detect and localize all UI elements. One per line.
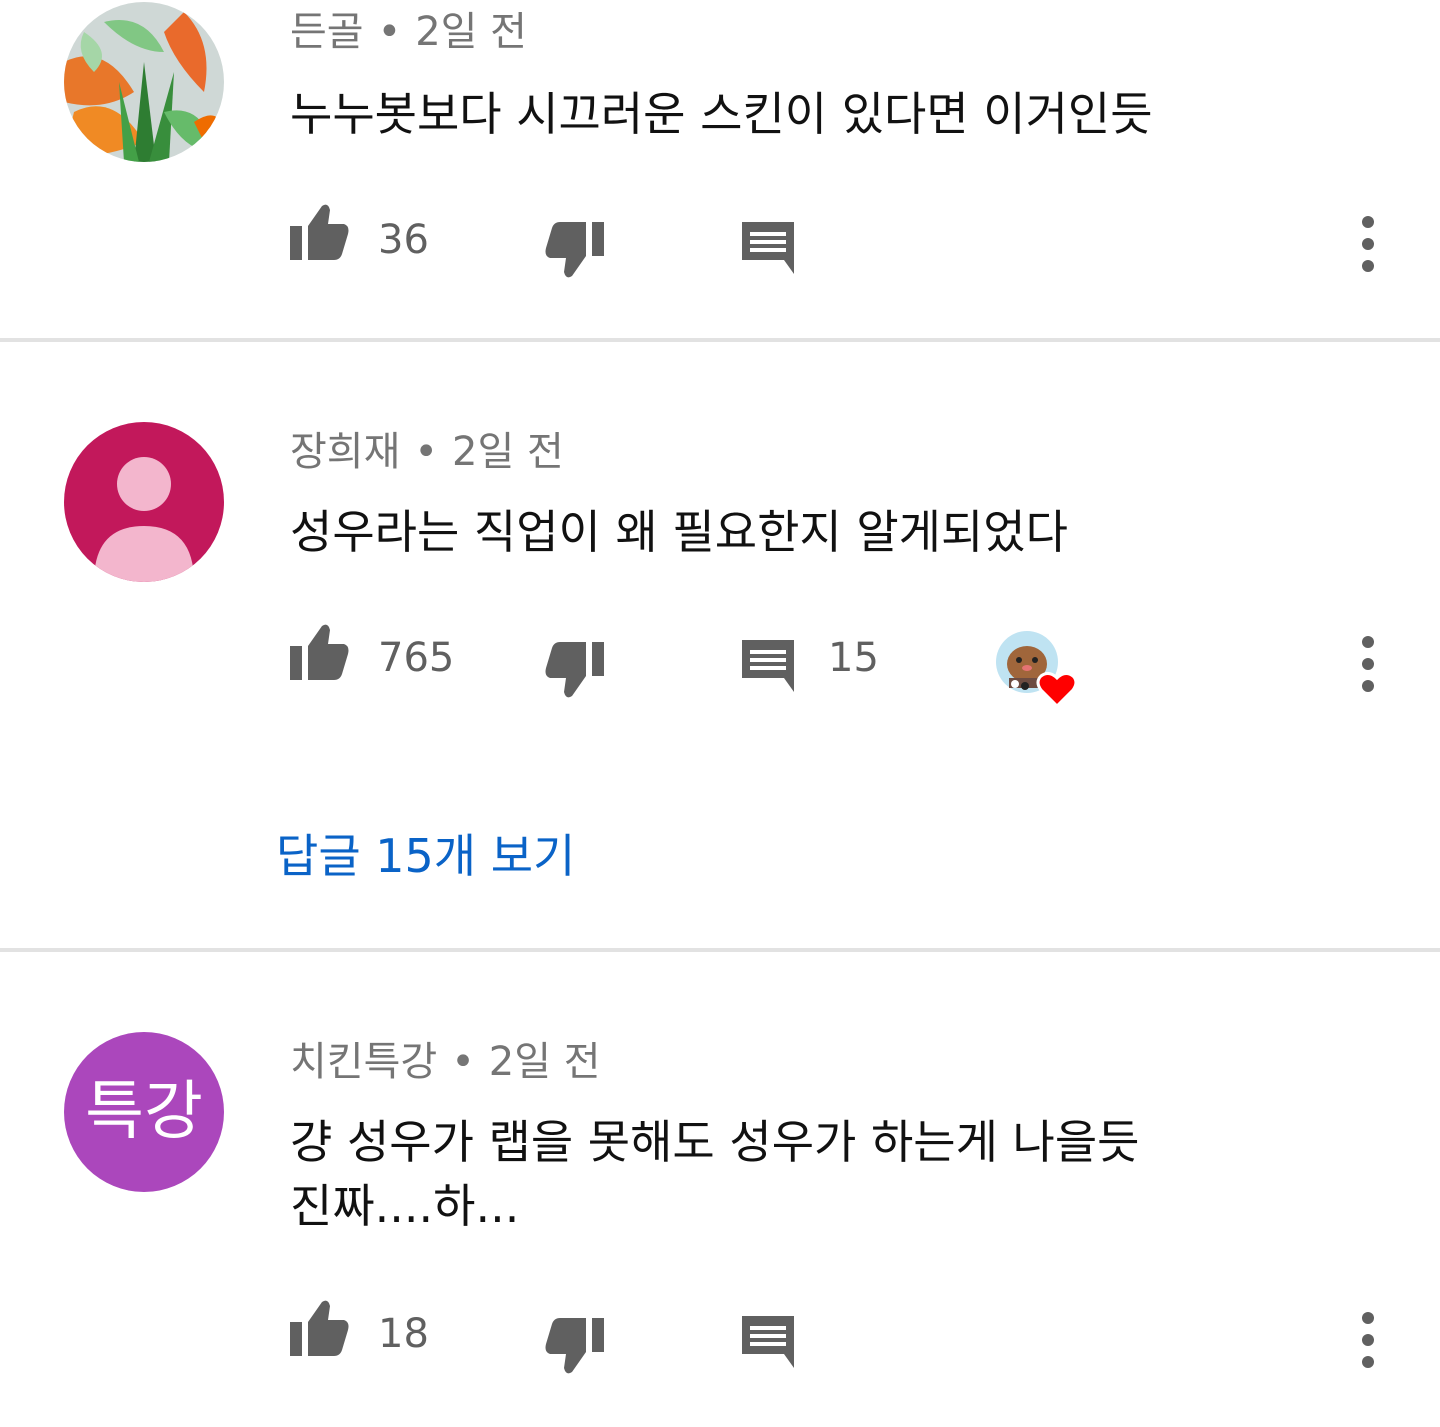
reply-count: 15 — [828, 635, 879, 681]
separator-dot: • — [451, 1039, 475, 1085]
comment-actions: 765 15 — [0, 620, 1440, 700]
comment-text: 성우라는 직업이 왜 필요한지 알게되었다 — [290, 500, 1068, 564]
comment-icon[interactable] — [740, 638, 796, 692]
avatar[interactable] — [64, 2, 224, 162]
heart-icon — [1036, 671, 1078, 708]
thumbs-up-icon[interactable] — [288, 622, 350, 682]
comment-meta: 장희재 • 2일 전 — [290, 428, 564, 476]
thumbs-down-icon[interactable] — [544, 1316, 606, 1376]
avatar[interactable] — [64, 422, 224, 582]
comment-text: 누누봇보다 시끄러운 스킨이 있다면 이거인듯 — [290, 82, 1153, 146]
like-count: 18 — [378, 1311, 429, 1357]
author-name[interactable]: 든골 — [290, 9, 364, 55]
comment-text: 걍 성우가 랩을 못해도 성우가 하는게 나을듯 진짜....하... — [290, 1110, 1140, 1238]
comment-text-line: 진짜....하... — [290, 1179, 520, 1233]
avatar-initials: 특강 — [85, 1075, 203, 1149]
thumbs-up-icon[interactable] — [288, 1298, 350, 1358]
comment-actions: 36 — [0, 200, 1440, 280]
comment-meta: 치킨특강 • 2일 전 — [290, 1038, 601, 1086]
view-replies-link[interactable]: 답글 15개 보기 — [276, 826, 575, 886]
author-name[interactable]: 장희재 — [290, 429, 400, 475]
thumbs-down-icon[interactable] — [544, 220, 606, 280]
creator-heart-badge — [996, 631, 1078, 708]
comment-text-line: 걍 성우가 랩을 못해도 성우가 하는게 나을듯 — [290, 1115, 1140, 1169]
comment-actions: 18 — [0, 1296, 1440, 1376]
separator-dot: • — [414, 429, 438, 475]
comment-time: 2일 전 — [415, 9, 527, 55]
comment-divider — [0, 338, 1440, 342]
comment-time: 2일 전 — [488, 1039, 601, 1085]
more-vertical-icon[interactable] — [1353, 214, 1383, 274]
more-vertical-icon[interactable] — [1353, 1310, 1383, 1370]
avatar-leaves-image — [64, 2, 224, 162]
comment-time: 2일 전 — [452, 429, 564, 475]
thumbs-up-icon[interactable] — [288, 202, 350, 262]
comment-text-line: 성우라는 직업이 왜 필요한지 알게되었다 — [290, 505, 1068, 559]
comment-icon[interactable] — [740, 1314, 796, 1368]
like-count: 765 — [378, 635, 455, 681]
author-name[interactable]: 치킨특강 — [290, 1039, 437, 1085]
avatar[interactable]: 특강 — [64, 1032, 224, 1192]
thumbs-down-icon[interactable] — [544, 640, 606, 700]
more-vertical-icon[interactable] — [1353, 634, 1383, 694]
like-count: 36 — [378, 217, 429, 263]
comment-icon[interactable] — [740, 220, 796, 274]
comment-meta: 든골 • 2일 전 — [290, 8, 527, 56]
comment-divider — [0, 948, 1440, 952]
comment-text-line: 누누봇보다 시끄러운 스킨이 있다면 이거인듯 — [290, 87, 1153, 141]
default-person-icon — [64, 422, 224, 582]
separator-dot: • — [377, 9, 402, 55]
